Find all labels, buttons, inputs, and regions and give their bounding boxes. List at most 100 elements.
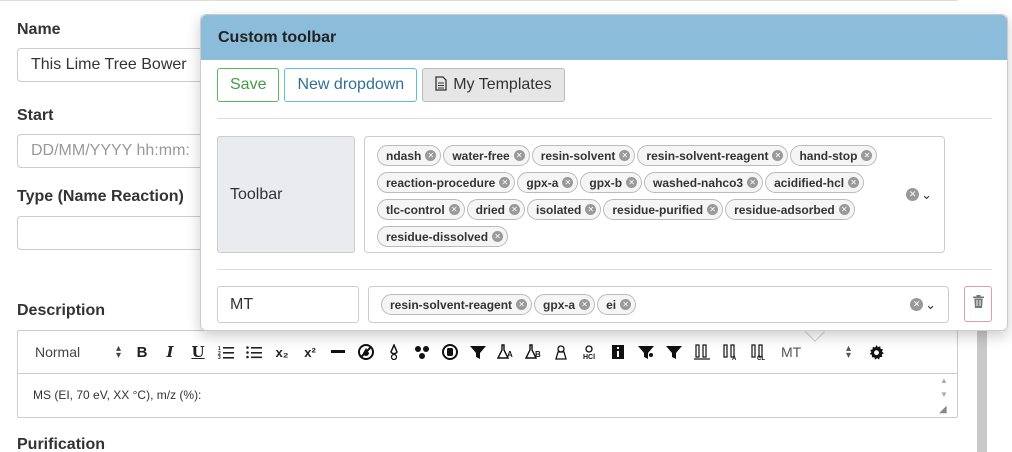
superscript-icon[interactable]: x² <box>299 340 321 364</box>
remove-tag-icon[interactable]: ✕ <box>861 150 873 161</box>
my-templates-button[interactable]: My Templates <box>422 68 565 102</box>
description-label: Description <box>17 302 106 319</box>
italic-icon[interactable]: I <box>159 340 181 364</box>
tag-chip[interactable]: water-free ✕ <box>443 145 530 166</box>
my-templates-label: My Templates <box>453 76 552 93</box>
editor-body[interactable]: MS (EI, 70 eV, XX °C), m/z (%): ▲ ▼ ◢ <box>18 374 957 418</box>
remove-tag-icon[interactable]: ✕ <box>425 150 437 161</box>
delete-dropdown-button[interactable] <box>964 286 992 322</box>
remove-tag-icon[interactable]: ✕ <box>499 177 511 188</box>
tag-chip[interactable]: washed-nahco3 ✕ <box>644 172 764 193</box>
save-button[interactable]: Save <box>217 68 280 102</box>
remove-tag-icon[interactable]: ✕ <box>620 299 632 310</box>
toolbar-tag-select[interactable]: ndash ✕ water-free ✕ resin-solvent ✕ resin-sol… <box>364 136 945 253</box>
resin-solvent-icon[interactable] <box>383 340 405 364</box>
tag-chip[interactable]: residue-dissolved ✕ <box>377 226 509 247</box>
tag-chip[interactable]: dried ✕ <box>466 199 526 220</box>
tag-chip[interactable]: resin-solvent-reagent ✕ <box>637 145 789 166</box>
tag-label: gpx-b <box>589 175 623 190</box>
remove-tag-icon[interactable]: ✕ <box>492 231 504 242</box>
resin-solvent-reagent-icon[interactable] <box>411 340 433 364</box>
remove-tag-icon[interactable]: ✕ <box>619 150 631 161</box>
tag-label: ndash <box>386 148 422 163</box>
scroll-up-icon[interactable]: ▲ <box>940 376 948 385</box>
tag-chip[interactable]: residue-purified ✕ <box>603 199 724 220</box>
washed-nahco3-icon[interactable] <box>551 340 573 364</box>
dropdown-name-input[interactable]: MT <box>217 286 359 323</box>
name-label: Name <box>17 21 61 38</box>
tlc-control-icon[interactable] <box>607 340 629 364</box>
format-select[interactable]: Normal ▴ ▾ <box>35 343 121 361</box>
format-select-value: Normal <box>35 344 81 360</box>
tag-chip[interactable]: tlc-control ✕ <box>377 199 465 220</box>
residue-adsorbed-icon[interactable]: A <box>719 340 741 364</box>
remove-tag-icon[interactable]: ✕ <box>585 204 597 215</box>
chevron-down-icon[interactable]: ⌄ <box>921 187 932 203</box>
tag-chip[interactable]: gpx-b ✕ <box>580 172 643 193</box>
save-button-label: Save <box>230 76 267 93</box>
tag-chip[interactable]: ndash ✕ <box>377 145 442 166</box>
tag-chip[interactable]: isolated ✕ <box>527 199 602 220</box>
dropdown-tag-select[interactable]: resin-solvent-reagent ✕ gpx-a ✕ ei ✕ ✕ ⌄ <box>368 286 949 323</box>
remove-tag-icon[interactable]: ✕ <box>707 204 719 215</box>
acidified-hcl-icon[interactable]: HCl <box>579 340 601 364</box>
tag-chip[interactable]: resin-solvent ✕ <box>531 145 636 166</box>
hand-stop-icon[interactable] <box>439 340 461 364</box>
gpx-a-icon[interactable]: A <box>495 340 517 364</box>
residue-dissolved-icon[interactable]: CL <box>747 340 769 364</box>
remove-tag-icon[interactable]: ✕ <box>513 150 525 161</box>
new-dropdown-button[interactable]: New dropdown <box>284 68 418 102</box>
ordered-list-icon[interactable]: 123 <box>215 340 237 364</box>
bullet-list-icon[interactable] <box>243 340 265 364</box>
start-label: Start <box>17 107 54 124</box>
popover-button-row: Save New dropdown My Templates <box>217 68 565 102</box>
tag-chip[interactable]: resin-solvent-reagent ✕ <box>381 294 533 315</box>
isolated-icon[interactable] <box>663 340 685 364</box>
editor-scrollbar[interactable]: ▲ ▼ ◢ <box>939 376 951 415</box>
tag-label: resin-solvent-reagent <box>646 148 769 163</box>
select-arrows-icon: ▴ ▾ <box>115 343 121 361</box>
remove-tag-icon[interactable]: ✕ <box>848 177 860 188</box>
gpx-b-icon[interactable]: B <box>523 340 545 364</box>
remove-tag-icon[interactable]: ✕ <box>626 177 638 188</box>
svg-text:B: B <box>535 350 541 359</box>
tag-label: reaction-procedure <box>386 175 496 190</box>
remove-tag-icon[interactable]: ✕ <box>579 299 591 310</box>
remove-tag-icon[interactable]: ✕ <box>562 177 574 188</box>
reaction-procedure-icon[interactable] <box>467 340 489 364</box>
tag-label: isolated <box>536 202 582 217</box>
remove-tag-icon[interactable]: ✕ <box>838 204 850 215</box>
tag-chip[interactable]: reaction-procedure ✕ <box>377 172 516 193</box>
tag-chip[interactable]: acidified-hcl ✕ <box>765 172 865 193</box>
chevron-down-icon[interactable]: ⌄ <box>925 297 936 313</box>
tag-label: dried <box>475 202 506 217</box>
clear-all-icon[interactable]: ✕ <box>906 188 920 201</box>
toolbar-row-label: Toolbar <box>217 136 355 253</box>
subscript-icon[interactable]: x₂ <box>271 340 293 364</box>
remove-tag-icon[interactable]: ✕ <box>747 177 759 188</box>
tag-chip[interactable]: gpx-a ✕ <box>517 172 579 193</box>
tag-chip[interactable]: gpx-a ✕ <box>534 294 596 315</box>
tag-chip[interactable]: residue-adsorbed ✕ <box>725 199 855 220</box>
tag-chip[interactable]: hand-stop ✕ <box>790 145 878 166</box>
clear-all-icon[interactable]: ✕ <box>910 298 924 311</box>
custom-toolbar-popover: Custom toolbar Save New dropdown My Temp… <box>200 14 1008 331</box>
settings-gear-icon[interactable] <box>865 340 887 364</box>
dropdown-select-controls: ✕ ⌄ <box>910 297 936 313</box>
remove-tag-icon[interactable]: ✕ <box>516 299 528 310</box>
bold-icon[interactable]: B <box>131 340 153 364</box>
template-select[interactable]: MT ▴ ▾ <box>781 344 851 361</box>
tag-chip[interactable]: ei ✕ <box>597 294 637 315</box>
ndash-icon[interactable] <box>327 340 349 364</box>
scroll-down-icon[interactable]: ▼ <box>940 390 948 399</box>
dried-icon[interactable] <box>635 340 657 364</box>
dropdown-name-value: MT <box>230 295 254 313</box>
remove-tag-icon[interactable]: ✕ <box>509 204 521 215</box>
remove-tag-icon[interactable]: ✕ <box>448 204 460 215</box>
resize-grip-icon[interactable]: ◢ <box>939 404 947 415</box>
underline-icon[interactable]: U <box>187 340 209 364</box>
trash-icon <box>972 295 984 313</box>
water-free-icon[interactable] <box>355 340 377 364</box>
residue-purified-icon[interactable] <box>691 340 713 364</box>
remove-tag-icon[interactable]: ✕ <box>772 150 784 161</box>
